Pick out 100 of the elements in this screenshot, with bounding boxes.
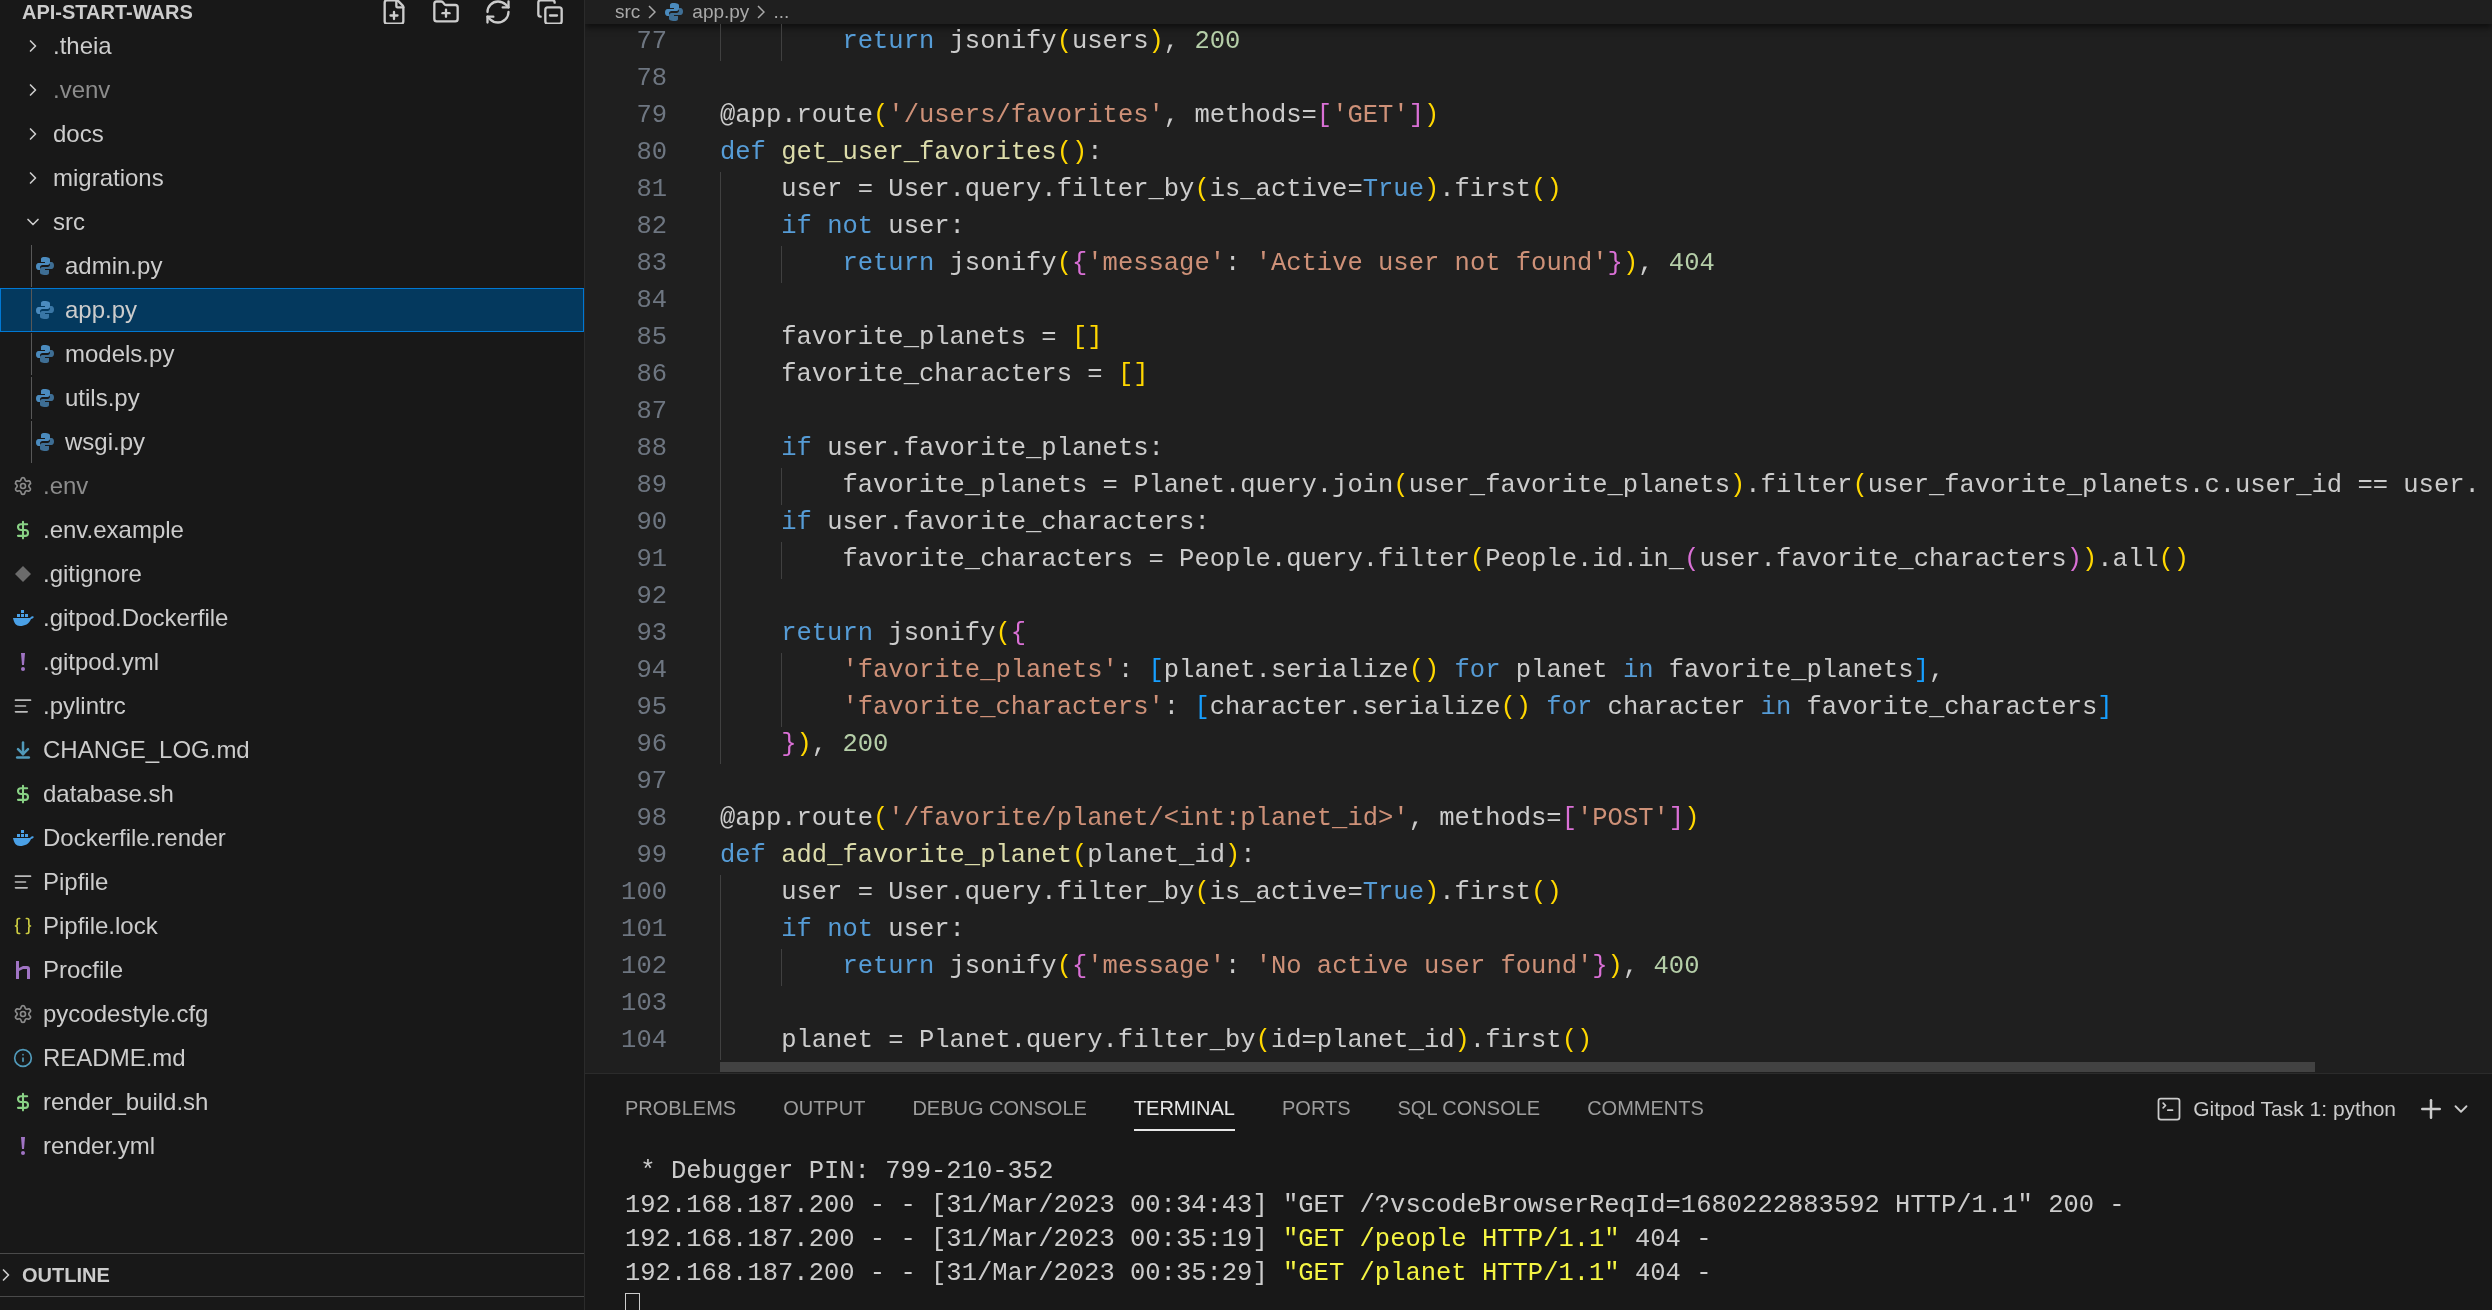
- terminal-selector[interactable]: Gitpod Task 1: python: [2155, 1093, 2396, 1125]
- file-item[interactable]: Procfile: [0, 948, 584, 992]
- line-number: 89: [635, 470, 667, 503]
- file-label: Pipfile: [43, 867, 109, 897]
- file-item[interactable]: database.sh: [0, 772, 584, 816]
- line-number: 103: [620, 988, 667, 1021]
- h-icon: [14, 960, 32, 980]
- file-item[interactable]: .env: [0, 464, 584, 508]
- file-item[interactable]: render.yml: [0, 1124, 584, 1168]
- file-item[interactable]: wsgi.py: [0, 420, 584, 464]
- code-line: favorite_characters = People.query.filter(People.id.in_(user.favorite_characters)).all(): [841, 544, 2190, 577]
- code-line: @app.route('/favorite/planet/<int:planet_id>', methods=['POST']): [720, 803, 1700, 836]
- new-folder-icon[interactable]: [432, 0, 460, 24]
- panel-tab[interactable]: DEBUG CONSOLE: [912, 1087, 1087, 1131]
- line-number: 92: [635, 581, 667, 614]
- file-item[interactable]: Pipfile: [0, 860, 584, 904]
- code-line: return jsonify({'message': 'No active user found'}), 400: [841, 951, 1700, 984]
- file-item[interactable]: utils.py: [0, 376, 584, 420]
- breadcrumb-item[interactable]: app.py: [692, 0, 750, 27]
- folder-label: .venv: [53, 75, 111, 105]
- code-line: 'favorite_planets': [planet.serialize() for planet in favorite_planets],: [841, 655, 1945, 688]
- panel-tab[interactable]: COMMENTS: [1587, 1087, 1704, 1131]
- outline-header[interactable]: OUTLINE: [0, 1253, 584, 1297]
- file-label: app.py: [65, 295, 138, 325]
- refresh-icon[interactable]: [484, 0, 512, 24]
- folder-item[interactable]: src: [0, 200, 584, 244]
- code-line: if not user:: [780, 211, 965, 244]
- folder-item[interactable]: migrations: [0, 156, 584, 200]
- terminal-line: * Debugger PIN: 799-210-352: [639, 1156, 1055, 1188]
- file-item[interactable]: Pipfile.lock: [0, 904, 584, 948]
- line-number: 98: [635, 803, 667, 836]
- folder-label: docs: [53, 119, 104, 149]
- terminal-line: 192.168.187.200 - - [31/Mar/2023 00:34:43] "GET /?vscodeBrowserReqId=1680222883592 HTTP/1.1" 200 -: [625, 1190, 2126, 1222]
- file-label: README.md: [43, 1043, 186, 1073]
- line-number: 100: [620, 877, 667, 910]
- file-item[interactable]: models.py: [0, 332, 584, 376]
- gear-icon: [13, 1004, 33, 1024]
- folder-item[interactable]: docs: [0, 112, 584, 156]
- file-item[interactable]: .gitignore: [0, 552, 584, 596]
- line-number: 86: [635, 359, 667, 392]
- line-number: 94: [635, 655, 667, 688]
- file-item[interactable]: Dockerfile.render: [0, 816, 584, 860]
- panel-tab[interactable]: SQL CONSOLE: [1397, 1087, 1541, 1131]
- terminal-line: 192.168.187.200 - - [31/Mar/2023 00:35:19] "GET /people HTTP/1.1" 404 -: [625, 1224, 1713, 1256]
- code-line: user = User.query.filter_by(is_active=True).first(): [780, 877, 1562, 910]
- file-label: wsgi.py: [65, 427, 146, 457]
- file-item[interactable]: render_build.sh: [0, 1080, 584, 1124]
- line-number: 79: [635, 100, 667, 133]
- code-line: 'favorite_characters': [character.serialize() for character in favorite_characters]: [841, 692, 2113, 725]
- folder-item[interactable]: .venv: [0, 68, 584, 112]
- python-icon: [35, 300, 55, 320]
- file-label: database.sh: [43, 779, 174, 809]
- lines-icon: [13, 696, 33, 716]
- file-label: Pipfile.lock: [43, 911, 158, 941]
- file-label: utils.py: [65, 383, 140, 413]
- line-number: 81: [635, 174, 667, 207]
- panel-tab[interactable]: OUTPUT: [783, 1087, 866, 1131]
- file-label: .env: [43, 471, 89, 501]
- code-line: favorite_planets = []: [780, 322, 1103, 355]
- line-number: 82: [635, 211, 667, 244]
- file-item[interactable]: .pylintrc: [0, 684, 584, 728]
- terminal-line: 192.168.187.200 - - [31/Mar/2023 00:35:29] "GET /planet HTTP/1.1" 404 -: [625, 1258, 1713, 1290]
- line-number: 88: [635, 433, 667, 466]
- line-number: 97: [635, 766, 667, 799]
- file-item[interactable]: .gitpod.Dockerfile: [0, 596, 584, 640]
- line-number: 104: [620, 1025, 667, 1058]
- file-label: .gitpod.Dockerfile: [43, 603, 229, 633]
- panel-tab[interactable]: PROBLEMS: [625, 1087, 737, 1131]
- file-label: models.py: [65, 339, 175, 369]
- gear-icon: [13, 476, 33, 496]
- file-label: .env.example: [43, 515, 184, 545]
- code-line: return jsonify(users), 200: [841, 26, 1241, 59]
- line-number: 99: [635, 840, 667, 873]
- file-item[interactable]: .gitpod.yml: [0, 640, 584, 684]
- file-label: .gitpod.yml: [43, 647, 160, 677]
- panel-tab[interactable]: PORTS: [1282, 1087, 1351, 1131]
- folder-label: migrations: [53, 163, 164, 193]
- line-number: 102: [620, 951, 667, 984]
- diamond-icon: [14, 565, 32, 583]
- line-number: 93: [635, 618, 667, 651]
- line-number: 87: [635, 396, 667, 429]
- breadcrumb-item[interactable]: src: [615, 0, 641, 27]
- python-icon: [35, 344, 55, 364]
- scrollbar[interactable]: [720, 1062, 2315, 1072]
- file-item[interactable]: .env.example: [0, 508, 584, 552]
- file-label: .gitignore: [43, 559, 142, 589]
- panel-tab[interactable]: TERMINAL: [1133, 1087, 1235, 1131]
- folder-item[interactable]: .theia: [0, 24, 584, 68]
- file-item[interactable]: pycodestyle.cfg: [0, 992, 584, 1036]
- line-number: 78: [635, 63, 667, 96]
- collapse-icon[interactable]: [536, 0, 564, 24]
- file-item[interactable]: README.md: [0, 1036, 584, 1080]
- file-item[interactable]: CHANGE_LOG.md: [0, 728, 584, 772]
- code-line: return jsonify({'message': 'Active user not found'}), 404: [841, 248, 1715, 281]
- python-icon: [35, 388, 55, 408]
- breadcrumb-item[interactable]: ...: [773, 0, 790, 27]
- file-item[interactable]: app.py: [0, 288, 584, 332]
- file-item[interactable]: admin.py: [0, 244, 584, 288]
- code-line: favorite_planets = Planet.query.join(user_favorite_planets).filter(user_favorite_planets.c.user_id == user.: [841, 470, 2480, 503]
- braces-icon: [13, 916, 33, 936]
